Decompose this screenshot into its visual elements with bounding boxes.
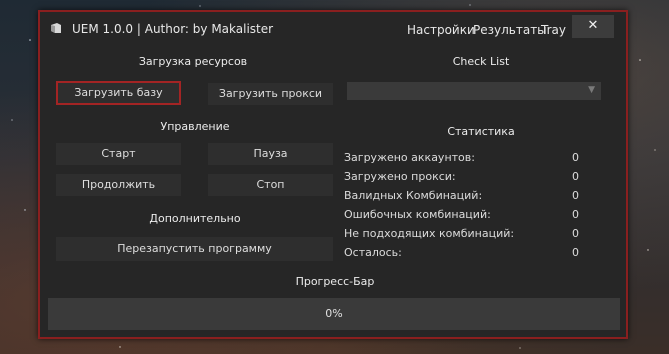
load-proxy-button[interactable]: Загрузить прокси (208, 83, 333, 105)
title-bar[interactable]: UEM 1.0.0 | Author: by Makalister Настро… (40, 12, 626, 46)
stat-value-errors: 0 (572, 208, 579, 221)
stats-title: Статистика (447, 125, 515, 138)
app-window: UEM 1.0.0 | Author: by Makalister Настро… (38, 10, 628, 339)
chevron-down-icon: ▼ (588, 85, 595, 95)
stat-value-valid: 0 (572, 189, 579, 202)
stat-label-accounts: Загружено аккаунтов: (344, 151, 475, 164)
progress-bar: 0% (48, 298, 620, 330)
window-title: UEM 1.0.0 | Author: by Makalister (72, 22, 274, 36)
app-logo-icon (51, 23, 61, 33)
stat-label-valid: Валидных Комбинаций: (344, 189, 483, 202)
pause-button[interactable]: Пауза (208, 143, 333, 165)
stat-label-unsuitable: Не подходящих комбинаций: (344, 227, 515, 240)
stat-value-accounts: 0 (572, 151, 579, 164)
menu-tray[interactable]: Tray (541, 23, 566, 37)
stat-value-unsuitable: 0 (572, 227, 579, 240)
start-button[interactable]: Старт (56, 143, 181, 165)
stat-label-proxies: Загружено прокси: (344, 170, 456, 183)
restart-program-button[interactable]: Перезапустить программу (56, 237, 333, 261)
progress-value: 0% (325, 307, 343, 320)
resume-button[interactable]: Продолжить (56, 174, 181, 196)
extra-title: Дополнительно (149, 212, 241, 225)
close-button[interactable]: ✕ (572, 15, 614, 38)
resources-title: Загрузка ресурсов (138, 55, 248, 68)
stop-button[interactable]: Стоп (208, 174, 333, 196)
stat-label-errors: Ошибочных комбинаций: (344, 208, 491, 221)
stat-value-remaining: 0 (572, 246, 579, 259)
progress-title: Прогресс-Бар (295, 275, 375, 288)
stat-label-remaining: Осталось: (344, 246, 402, 259)
stat-value-proxies: 0 (572, 170, 579, 183)
menu-results[interactable]: Результаты (473, 23, 547, 37)
checklist-title: Check List (452, 55, 510, 68)
load-base-button[interactable]: Загрузить базу (56, 81, 181, 105)
control-title: Управление (160, 120, 230, 133)
menu-settings[interactable]: Настройки (407, 23, 475, 37)
checklist-select[interactable]: ▼ (347, 82, 601, 100)
